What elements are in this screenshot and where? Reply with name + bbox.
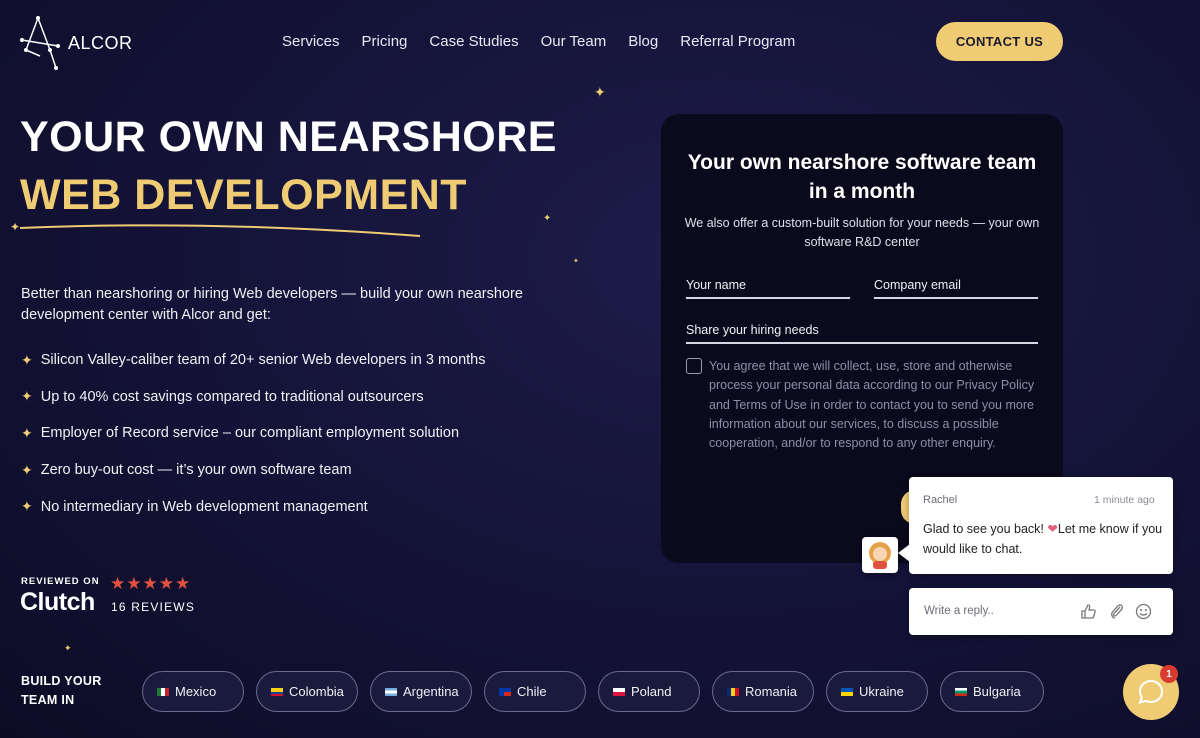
name-field[interactable]: Your name bbox=[686, 278, 850, 299]
benefit-item: ✦ Employer of Record service – our compli… bbox=[21, 424, 460, 442]
chile-flag-icon bbox=[499, 687, 511, 696]
romania-flag-icon bbox=[727, 687, 739, 696]
nav-blog[interactable]: Blog bbox=[628, 33, 658, 50]
chat-agent-name: Rachel bbox=[923, 494, 958, 506]
contact-us-button[interactable]: CONTACT US bbox=[936, 22, 1063, 61]
unread-count-badge: 1 bbox=[1160, 665, 1178, 683]
form-subtitle: We also offer a custom-built solution fo… bbox=[684, 216, 1040, 249]
thumbs-up-icon[interactable] bbox=[1080, 603, 1097, 620]
poland-flag-icon bbox=[613, 687, 625, 696]
chat-reply-input[interactable]: Write a reply.. bbox=[924, 605, 994, 617]
country-pill-mexico[interactable]: Mexico bbox=[142, 671, 244, 712]
nav-referral-program[interactable]: Referral Program bbox=[680, 33, 795, 50]
paperclip-icon[interactable] bbox=[1109, 603, 1125, 620]
form-title: Your own nearshore software team in a mo… bbox=[687, 151, 1037, 203]
build-team-label: BUILD YOUR TEAM IN bbox=[21, 674, 102, 707]
country-pill-bulgaria[interactable]: Bulgaria bbox=[940, 671, 1044, 712]
consent-text: You agree that we will collect, use, sto… bbox=[709, 359, 1035, 451]
country-pill-ukraine[interactable]: Ukraine bbox=[826, 671, 928, 712]
sparkle-icon: ✦ bbox=[594, 84, 606, 100]
country-pill-colombia[interactable]: Colombia bbox=[256, 671, 358, 712]
sparkle-icon: ✦ bbox=[64, 643, 72, 653]
country-pill-romania[interactable]: Romania bbox=[712, 671, 814, 712]
argentina-flag-icon bbox=[385, 687, 397, 696]
sparkle-icon: ✦ bbox=[573, 258, 579, 265]
sparkle-bullet-icon: ✦ bbox=[21, 461, 33, 478]
nav-services[interactable]: Services bbox=[282, 33, 340, 50]
agent-avatar bbox=[862, 537, 898, 573]
constellation-logo-icon bbox=[20, 16, 60, 70]
reviews-count[interactable]: 16 REVIEWS bbox=[111, 600, 195, 614]
email-field[interactable]: Company email bbox=[874, 278, 1038, 299]
benefit-item: ✦ Zero buy-out cost — it’s your own softw… bbox=[21, 461, 352, 479]
benefit-item: ✦ Up to 40% cost savings compared to trad… bbox=[21, 388, 424, 405]
country-pill-poland[interactable]: Poland bbox=[598, 671, 700, 712]
emoji-icon[interactable] bbox=[1135, 603, 1152, 620]
agent-avatar-icon bbox=[869, 542, 891, 569]
consent-checkbox[interactable] bbox=[686, 358, 702, 374]
hero-intro: Better than nearshoring or hiring Web de… bbox=[21, 286, 523, 323]
country-pill-chile[interactable]: Chile bbox=[484, 671, 586, 712]
country-pill-argentina[interactable]: Argentina bbox=[370, 671, 472, 712]
nav-pricing[interactable]: Pricing bbox=[362, 33, 408, 50]
logo-text: ALCOR bbox=[68, 32, 133, 53]
rating-stars: ★★★★★ bbox=[110, 574, 192, 593]
hero-title-line2: WEB DEVELOPMENT bbox=[20, 171, 468, 219]
reviewed-on-label: REVIEWED ON bbox=[21, 576, 100, 587]
chat-bubble-icon bbox=[1138, 679, 1164, 705]
bulgaria-flag-icon bbox=[955, 687, 967, 696]
mexico-flag-icon bbox=[157, 687, 169, 696]
chat-bubble-tail bbox=[898, 544, 910, 562]
colombia-flag-icon bbox=[271, 687, 283, 696]
nav-case-studies[interactable]: Case Studies bbox=[429, 33, 518, 50]
chat-message-text: Glad to see you back! ❤Let me know if yo… bbox=[923, 522, 1163, 556]
benefit-item: ✦ No intermediary in Web development mana… bbox=[21, 498, 368, 515]
heart-icon: ❤ bbox=[1047, 522, 1058, 536]
hiring-needs-field[interactable]: Share your hiring needs bbox=[686, 323, 1038, 344]
sparkle-icon: ✦ bbox=[543, 213, 552, 224]
hero-underline-swoosh bbox=[19, 224, 421, 237]
sparkle-bullet-icon: ✦ bbox=[21, 424, 33, 441]
main-nav: Services Pricing Case Studies Our Team B… bbox=[282, 33, 795, 50]
benefits-list: ✦ Silicon Valley-caliber team of 20+ seni… bbox=[21, 342, 486, 525]
nav-our-team[interactable]: Our Team bbox=[541, 33, 607, 50]
benefit-item: ✦ Silicon Valley-caliber team of 20+ seni… bbox=[21, 351, 486, 369]
logo[interactable]: ALCOR bbox=[20, 16, 133, 70]
ukraine-flag-icon bbox=[841, 687, 853, 696]
chat-timestamp: 1 minute ago bbox=[1094, 494, 1155, 506]
sparkle-bullet-icon: ✦ bbox=[21, 351, 33, 368]
sparkle-bullet-icon: ✦ bbox=[21, 498, 33, 515]
sparkle-bullet-icon: ✦ bbox=[21, 388, 33, 405]
clutch-logo[interactable]: Clutch bbox=[20, 588, 95, 617]
hero-title-line1: YOUR OWN NEARSHORE bbox=[20, 113, 557, 161]
